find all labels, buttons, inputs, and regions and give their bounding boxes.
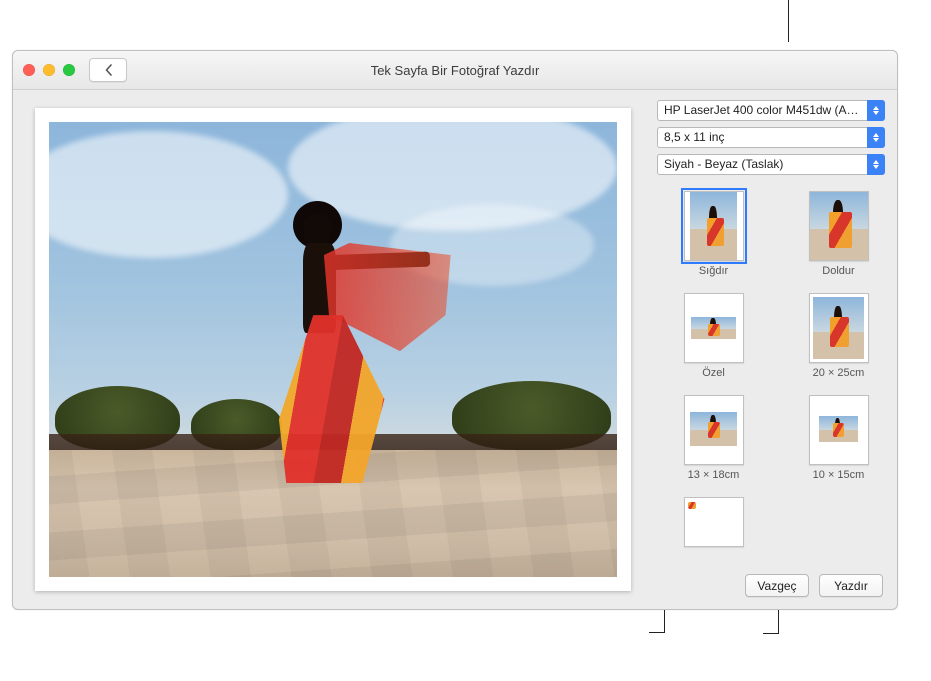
window-title: Tek Sayfa Bir Fotoğraf Yazdır bbox=[13, 63, 897, 78]
callout-line bbox=[788, 0, 789, 42]
layout-label: 20 × 25cm bbox=[813, 367, 865, 379]
print-preview-photo bbox=[49, 122, 617, 577]
layout-label: 10 × 15cm bbox=[813, 469, 865, 481]
callout-line bbox=[763, 633, 778, 634]
layout-label: 13 × 18cm bbox=[688, 469, 740, 481]
print-window: Tek Sayfa Bir Fotoğraf Yazdır bbox=[12, 50, 898, 610]
back-button[interactable] bbox=[89, 58, 127, 82]
quality-select-value: Siyah - Beyaz (Taslak) bbox=[657, 154, 885, 175]
print-sidebar: HP LaserJet 400 color M451dw (A4E7C1) 8,… bbox=[653, 90, 897, 609]
print-button[interactable]: Yazdır bbox=[819, 574, 883, 597]
zoom-icon[interactable] bbox=[63, 64, 75, 76]
window-controls bbox=[23, 64, 75, 76]
print-preview-paper bbox=[35, 108, 631, 591]
layout-grid: Sığdır Doldur bbox=[657, 191, 885, 551]
window-content: HP LaserJet 400 color M451dw (A4E7C1) 8,… bbox=[13, 90, 897, 609]
printer-select-value: HP LaserJet 400 color M451dw (A4E7C1) bbox=[657, 100, 885, 121]
chevron-left-icon bbox=[104, 64, 113, 76]
preview-pane bbox=[13, 90, 653, 609]
paper-size-select-value: 8,5 x 11 inç bbox=[657, 127, 885, 148]
layout-thumb bbox=[809, 293, 869, 363]
stepper-arrows-icon bbox=[867, 127, 885, 148]
layout-thumb bbox=[684, 191, 744, 261]
close-icon[interactable] bbox=[23, 64, 35, 76]
stepper-arrows-icon bbox=[867, 154, 885, 175]
layout-option-fit[interactable]: Sığdır bbox=[673, 191, 754, 277]
layout-option-13x18[interactable]: 13 × 18cm bbox=[673, 395, 754, 481]
cancel-button[interactable]: Vazgeç bbox=[745, 574, 809, 597]
layout-option-20x25[interactable]: 20 × 25cm bbox=[798, 293, 879, 379]
titlebar: Tek Sayfa Bir Fotoğraf Yazdır bbox=[13, 51, 897, 90]
layout-option-10x15[interactable]: 10 × 15cm bbox=[798, 395, 879, 481]
layout-option-contact-sheet[interactable] bbox=[673, 497, 754, 551]
layout-label: Sığdır bbox=[699, 265, 728, 277]
layout-thumb bbox=[684, 395, 744, 465]
minimize-icon[interactable] bbox=[43, 64, 55, 76]
paper-size-select[interactable]: 8,5 x 11 inç bbox=[657, 127, 885, 148]
printer-select[interactable]: HP LaserJet 400 color M451dw (A4E7C1) bbox=[657, 100, 885, 121]
callout-line bbox=[649, 632, 664, 633]
layout-option-custom[interactable]: Özel bbox=[673, 293, 754, 379]
layout-thumb bbox=[684, 293, 744, 363]
layout-thumb bbox=[684, 497, 744, 547]
layout-option-fill[interactable]: Doldur bbox=[798, 191, 879, 277]
layout-thumb bbox=[809, 191, 869, 261]
dialog-buttons: Vazgeç Yazdır bbox=[657, 568, 885, 599]
quality-select[interactable]: Siyah - Beyaz (Taslak) bbox=[657, 154, 885, 175]
layout-label: Özel bbox=[702, 367, 725, 379]
layout-thumb bbox=[809, 395, 869, 465]
layout-label: Doldur bbox=[822, 265, 854, 277]
stepper-arrows-icon bbox=[867, 100, 885, 121]
